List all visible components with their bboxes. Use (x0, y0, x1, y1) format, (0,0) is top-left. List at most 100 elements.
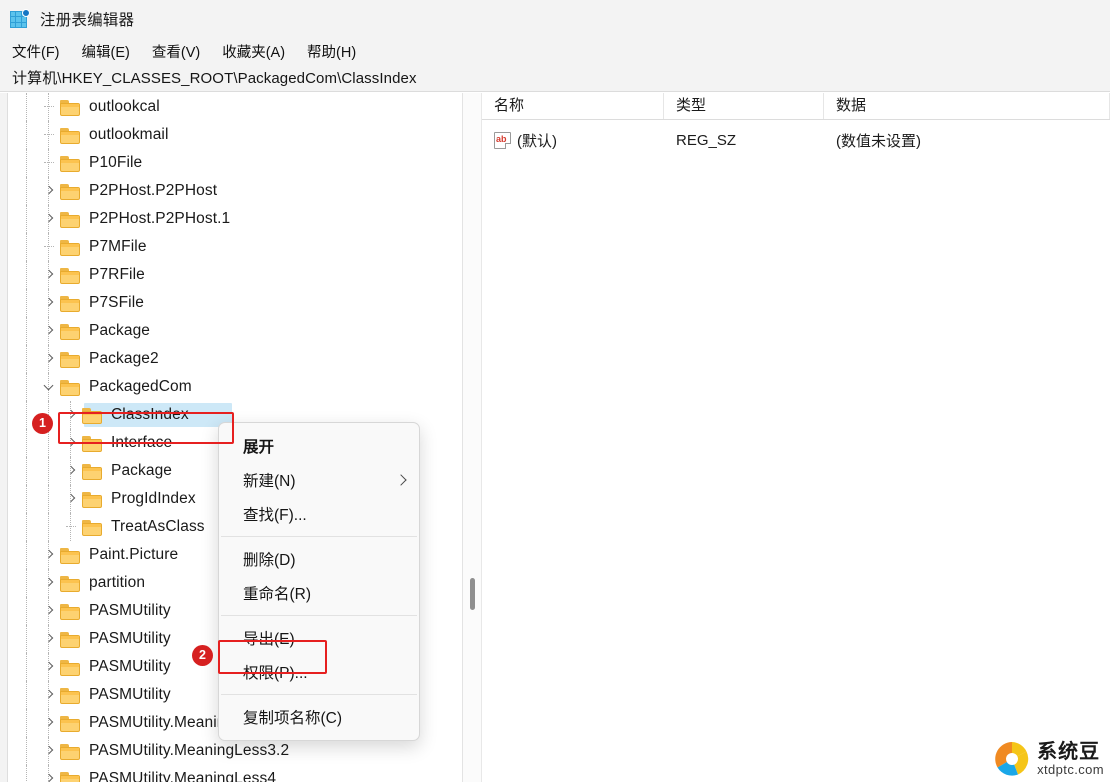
menu-file[interactable]: 文件(F) (12, 40, 71, 63)
folder-icon (60, 267, 82, 284)
tree-guide-line (48, 457, 50, 485)
folder-icon (60, 379, 82, 396)
tree-guide-line (48, 485, 50, 513)
tree-item-label: PASMUtility (89, 602, 171, 619)
tree-item-p7mfile[interactable]: P7MFile (8, 233, 462, 261)
chevron-right-icon[interactable] (40, 765, 60, 782)
chevron-right-icon (395, 474, 407, 486)
tree-vertical-scrollbar[interactable] (463, 93, 482, 782)
folder-icon (82, 463, 104, 480)
folder-icon (82, 491, 104, 508)
tree-item-label: outlookmail (89, 126, 169, 143)
chevron-right-icon[interactable] (40, 289, 60, 317)
window-title: 注册表编辑器 (40, 12, 135, 29)
tree-item-package2[interactable]: Package2 (8, 345, 462, 373)
tree-item-label: ProgIdIndex (111, 490, 196, 507)
tree-guide-line (26, 317, 28, 345)
tree-item-label: ClassIndex (111, 406, 189, 423)
tree-leaf-stub-icon (40, 233, 60, 261)
chevron-right-icon[interactable] (62, 401, 82, 429)
tree-item-outlookcal[interactable]: outlookcal (8, 93, 462, 121)
menu-help[interactable]: 帮助(H) (307, 40, 367, 63)
folder-icon (60, 351, 82, 368)
contextmenu-item-copy-key-name[interactable]: 复制项名称(C) (219, 700, 419, 734)
contextmenu-item-new[interactable]: 新建(N) (219, 463, 419, 497)
tree-item-p7sfile[interactable]: P7SFile (8, 289, 462, 317)
tree-guide-line (26, 737, 28, 765)
contextmenu-item-find[interactable]: 查找(F)... (219, 497, 419, 531)
chevron-right-icon[interactable] (62, 485, 82, 513)
tree-item-outlookmail[interactable]: outlookmail (8, 121, 462, 149)
folder-icon (60, 631, 82, 648)
contextmenu-item-label: 权限(P)... (243, 665, 308, 682)
chevron-right-icon[interactable] (40, 597, 60, 625)
tree-item-label: P7RFile (89, 266, 145, 283)
tree-item-package[interactable]: Package (8, 317, 462, 345)
tree-item-p10file[interactable]: P10File (8, 149, 462, 177)
contextmenu-item-label: 删除(D) (243, 552, 296, 569)
contextmenu-item-export[interactable]: 导出(E) (219, 621, 419, 655)
tree-item-pasmutility-meaningless3-2[interactable]: PASMUtility.MeaningLess3.2 (8, 737, 462, 765)
values-pane: 名称 类型 数据 ab (默认) REG_SZ (数值未设置) (482, 93, 1110, 782)
menu-bar: 文件(F) 编辑(E) 查看(V) 收藏夹(A) 帮助(H) (0, 38, 1110, 64)
menu-view[interactable]: 查看(V) (152, 40, 211, 63)
tree-guide-line (26, 513, 28, 541)
chevron-right-icon[interactable] (40, 709, 60, 737)
tree-item-p7rfile[interactable]: P7RFile (8, 261, 462, 289)
tree-guide-line (26, 233, 28, 261)
chevron-right-icon[interactable] (40, 737, 60, 765)
tree-item-label: Interface (111, 434, 173, 451)
folder-icon (82, 519, 104, 536)
chevron-right-icon[interactable] (40, 205, 60, 233)
contextmenu-item-delete[interactable]: 删除(D) (219, 542, 419, 576)
annotation-badge-1: 1 (32, 413, 53, 434)
tree-guide-line (26, 709, 28, 737)
tree-guide-line (26, 205, 28, 233)
contextmenu-item-permissions[interactable]: 权限(P)... (219, 655, 419, 689)
chevron-right-icon[interactable] (40, 653, 60, 681)
tree-item-label: PASMUtility (89, 658, 171, 675)
menu-favorites[interactable]: 收藏夹(A) (222, 40, 296, 63)
tree-item-label: P7MFile (89, 238, 147, 255)
tree-item-pasmutility-meaningless4[interactable]: PASMUtility.MeaningLess4 (8, 765, 462, 782)
folder-icon (60, 547, 82, 564)
tree-item-label: P7SFile (89, 294, 144, 311)
tree-guide-line (26, 765, 28, 782)
chevron-right-icon[interactable] (40, 541, 60, 569)
tree-guide-line (26, 569, 28, 597)
tree-item-p2phost-p2phost[interactable]: P2PHost.P2PHost (8, 177, 462, 205)
tree-leaf-stub-icon (40, 93, 60, 121)
folder-icon (60, 323, 82, 340)
tree-item-p2phost-p2phost-1[interactable]: P2PHost.P2PHost.1 (8, 205, 462, 233)
chevron-down-icon[interactable] (40, 373, 60, 401)
folder-icon (60, 211, 82, 228)
chevron-right-icon[interactable] (40, 569, 60, 597)
contextmenu-item-rename[interactable]: 重命名(R) (219, 576, 419, 610)
folder-icon (60, 659, 82, 676)
values-column-name[interactable]: 名称 (482, 93, 664, 119)
values-column-type[interactable]: 类型 (664, 93, 824, 119)
folder-icon (82, 407, 104, 424)
tree-item-packagedcom[interactable]: PackagedCom (8, 373, 462, 401)
menu-edit[interactable]: 编辑(E) (82, 40, 141, 63)
chevron-right-icon[interactable] (40, 625, 60, 653)
chevron-right-icon[interactable] (62, 429, 82, 457)
tree-scrollbar-thumb[interactable] (470, 578, 475, 610)
folder-icon (60, 771, 82, 782)
chevron-right-icon[interactable] (40, 681, 60, 709)
folder-icon (60, 687, 82, 704)
values-column-data[interactable]: 数据 (824, 93, 1110, 119)
chevron-right-icon[interactable] (40, 177, 60, 205)
tree-guide-line (26, 681, 28, 709)
chevron-right-icon[interactable] (40, 261, 60, 289)
chevron-right-icon[interactable] (62, 457, 82, 485)
chevron-right-icon[interactable] (40, 317, 60, 345)
values-row-default[interactable]: ab (默认) REG_SZ (数值未设置) (482, 127, 1110, 153)
tree-guide-line (26, 401, 28, 429)
contextmenu-separator (221, 536, 417, 537)
contextmenu-item-expand[interactable]: 展开 (219, 429, 419, 463)
address-bar[interactable]: 计算机\HKEY_CLASSES_ROOT\PackagedCom\ClassI… (0, 64, 1110, 92)
values-column-header: 名称 类型 数据 (482, 93, 1110, 120)
tree-guide-line (26, 485, 28, 513)
chevron-right-icon[interactable] (40, 345, 60, 373)
